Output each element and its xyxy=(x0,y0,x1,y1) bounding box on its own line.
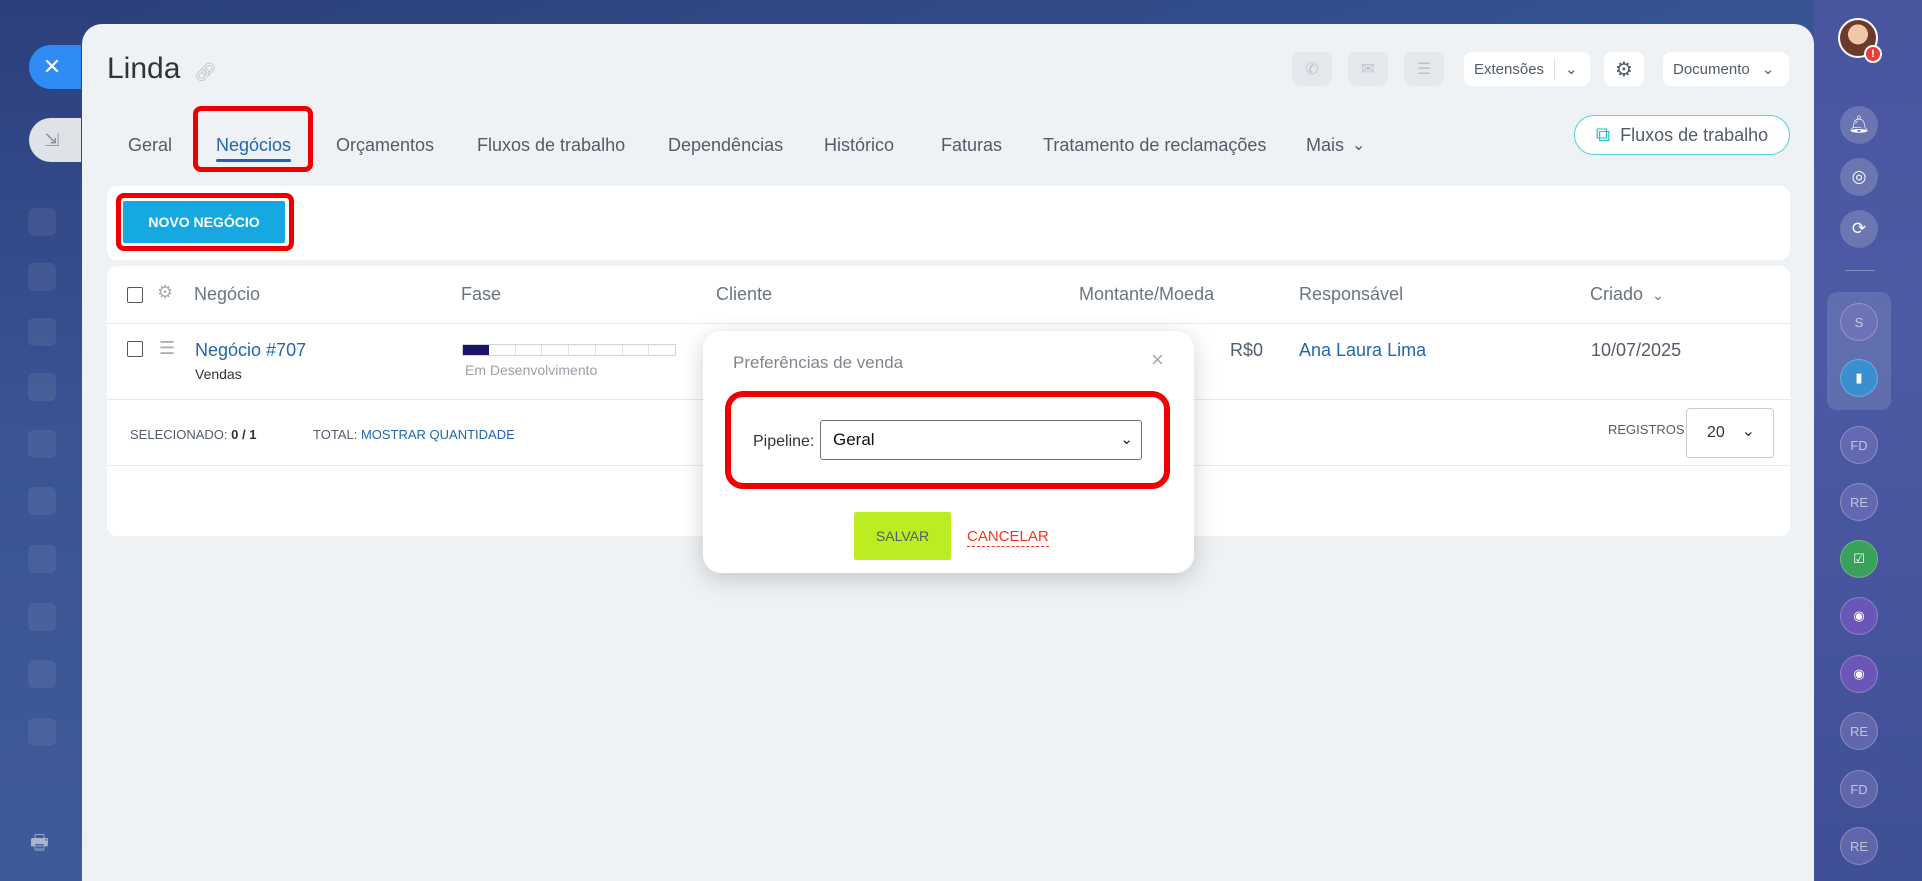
tab-orcamentos[interactable]: Orçamentos xyxy=(336,120,434,170)
contact-circle[interactable]: FD xyxy=(1840,426,1878,464)
records-per-page-select[interactable]: 20 ⌄ xyxy=(1686,408,1774,458)
tab-historico[interactable]: Histórico xyxy=(824,120,894,170)
ghost-item xyxy=(28,430,56,458)
workflow-icon: ⧉ xyxy=(1595,123,1611,146)
sync-icon[interactable]: ⟳ xyxy=(1840,210,1878,248)
extensions-label: Extensões xyxy=(1474,60,1545,78)
column-header[interactable]: Montante/Moeda xyxy=(1079,284,1214,305)
ghost-item xyxy=(28,718,56,746)
selected-count: SELECIONADO: 0 / 1 xyxy=(130,427,256,442)
created-date: 10/07/2025 xyxy=(1591,340,1682,360)
ghost-item xyxy=(28,545,56,573)
tab-dependencias[interactable]: Dependências xyxy=(668,120,783,170)
contact-circle[interactable]: S xyxy=(1840,303,1878,341)
records-value: 20 xyxy=(1707,424,1725,441)
workflows-button[interactable]: ⧉ Fluxos de trabalho xyxy=(1574,115,1790,155)
ghost-item xyxy=(28,318,56,346)
minimize-icon: ⇲ xyxy=(44,129,60,150)
close-icon: ✕ xyxy=(42,54,62,79)
ghost-item xyxy=(28,208,56,236)
divider xyxy=(1554,58,1556,80)
printer-icon[interactable]: 🖶 xyxy=(30,828,54,854)
tab-faturas[interactable]: Faturas xyxy=(941,120,1002,170)
settings-button[interactable]: ⚙ xyxy=(1604,52,1644,86)
responsible-link[interactable]: Ana Laura Lima xyxy=(1299,340,1426,361)
bell-icon[interactable]: 🔔︎ xyxy=(1840,106,1878,144)
extensions-button[interactable]: Extensões ⌄ xyxy=(1464,52,1590,86)
contact-circle[interactable]: RE xyxy=(1840,827,1878,865)
tab-mais-label: Mais xyxy=(1306,134,1345,155)
selected-value: 0 / 1 xyxy=(231,427,257,442)
close-icon[interactable]: × xyxy=(1151,347,1164,373)
ghost-item xyxy=(28,487,56,515)
total-count: TOTAL: MOSTRAR QUANTIDADE xyxy=(313,427,515,442)
document-button[interactable]: Documento ⌄ xyxy=(1663,52,1789,86)
tab-geral[interactable]: Geral xyxy=(128,120,172,170)
task-icon[interactable]: ☑ xyxy=(1840,540,1878,578)
gear-icon: ⚙ xyxy=(1615,58,1633,81)
cancel-button[interactable]: CANCELAR xyxy=(967,528,1049,547)
ghost-item xyxy=(28,603,56,631)
tab-highlight xyxy=(193,106,313,172)
deal-link[interactable]: Negócio #707 xyxy=(195,340,306,361)
menu-icon[interactable]: ☰ xyxy=(159,338,175,359)
save-button[interactable]: SALVAR xyxy=(854,512,951,560)
chat-icon[interactable]: ◉ xyxy=(1840,655,1878,693)
chevron-down-icon: ⌄ xyxy=(1120,431,1133,448)
tab-tratamento-de-reclamacoes[interactable]: Tratamento de reclamações xyxy=(1043,120,1266,170)
column-header[interactable]: Responsável xyxy=(1299,284,1403,305)
pipeline-label: Pipeline: xyxy=(753,433,815,450)
sales-preferences-dialog: Preferências de venda × Pipeline: Geral … xyxy=(703,331,1194,573)
show-quantity-link[interactable]: MOSTRAR QUANTIDADE xyxy=(361,427,515,442)
column-header-label: Criado xyxy=(1590,284,1644,304)
chat-bubble-icon[interactable]: ☰ xyxy=(1404,52,1444,86)
ghost-item xyxy=(28,263,56,291)
deal-pipeline: Vendas xyxy=(195,366,242,382)
column-header-created[interactable]: Criado ⌄ xyxy=(1590,284,1664,305)
amount-value: R$0 xyxy=(1230,340,1264,360)
phone-icon[interactable]: ✆ xyxy=(1292,52,1332,86)
chevron-down-icon: ⌄ xyxy=(1352,137,1366,154)
chevron-down-icon: ⌄ xyxy=(1652,287,1664,303)
bookmark-icon[interactable]: ▮ xyxy=(1840,359,1878,397)
column-header[interactable]: Cliente xyxy=(716,284,772,305)
target-icon[interactable]: ◎ xyxy=(1840,158,1878,196)
dialog-title: Preferências de venda xyxy=(733,353,904,372)
link-icon[interactable]: 🔗︎ xyxy=(194,62,217,83)
tab-fluxos-de-trabalho[interactable]: Fluxos de trabalho xyxy=(477,120,625,170)
total-label: TOTAL: xyxy=(313,427,358,442)
row-checkbox[interactable] xyxy=(127,341,143,357)
stage-label: Em Desenvolvimento xyxy=(465,362,598,378)
workflows-label: Fluxos de trabalho xyxy=(1620,124,1769,145)
selected-label: SELECIONADO: xyxy=(130,427,228,442)
chevron-down-icon: ⌄ xyxy=(1741,423,1755,440)
column-header[interactable]: Negócio xyxy=(194,284,260,305)
stage-progress-bar[interactable] xyxy=(462,344,676,356)
toolbar xyxy=(107,186,1790,260)
tab-mais[interactable]: Mais ⌄ xyxy=(1306,120,1365,170)
page-title: Linda xyxy=(107,52,181,85)
column-header[interactable]: Fase xyxy=(461,284,501,305)
new-deal-highlight xyxy=(116,193,294,251)
mail-icon[interactable]: ✉ xyxy=(1348,52,1388,86)
document-label: Documento xyxy=(1673,60,1750,78)
ghost-item xyxy=(28,660,56,688)
pipeline-value: Geral xyxy=(833,430,875,449)
pipeline-select[interactable]: Geral ⌄ xyxy=(820,420,1142,460)
contact-circle[interactable]: RE xyxy=(1840,483,1878,521)
chevron-down-icon: ⌄ xyxy=(1565,61,1578,78)
grid-header: ⚙ Negócio Fase Cliente Montante/Moeda Re… xyxy=(107,266,1790,324)
contact-circle[interactable]: FD xyxy=(1840,770,1878,808)
records-label: REGISTROS: xyxy=(1608,422,1689,437)
ghost-item xyxy=(28,373,56,401)
close-slider-button[interactable]: ✕ xyxy=(29,45,81,89)
contact-circle[interactable]: RE xyxy=(1840,712,1878,750)
select-all-checkbox[interactable] xyxy=(127,287,143,303)
gear-icon[interactable]: ⚙ xyxy=(157,282,173,303)
divider xyxy=(1845,270,1875,271)
chevron-down-icon: ⌄ xyxy=(1761,61,1775,78)
chat-icon[interactable]: ◉ xyxy=(1840,597,1878,635)
minimize-slider-button[interactable]: ⇲ xyxy=(29,118,81,162)
notification-badge: ! xyxy=(1864,45,1882,63)
